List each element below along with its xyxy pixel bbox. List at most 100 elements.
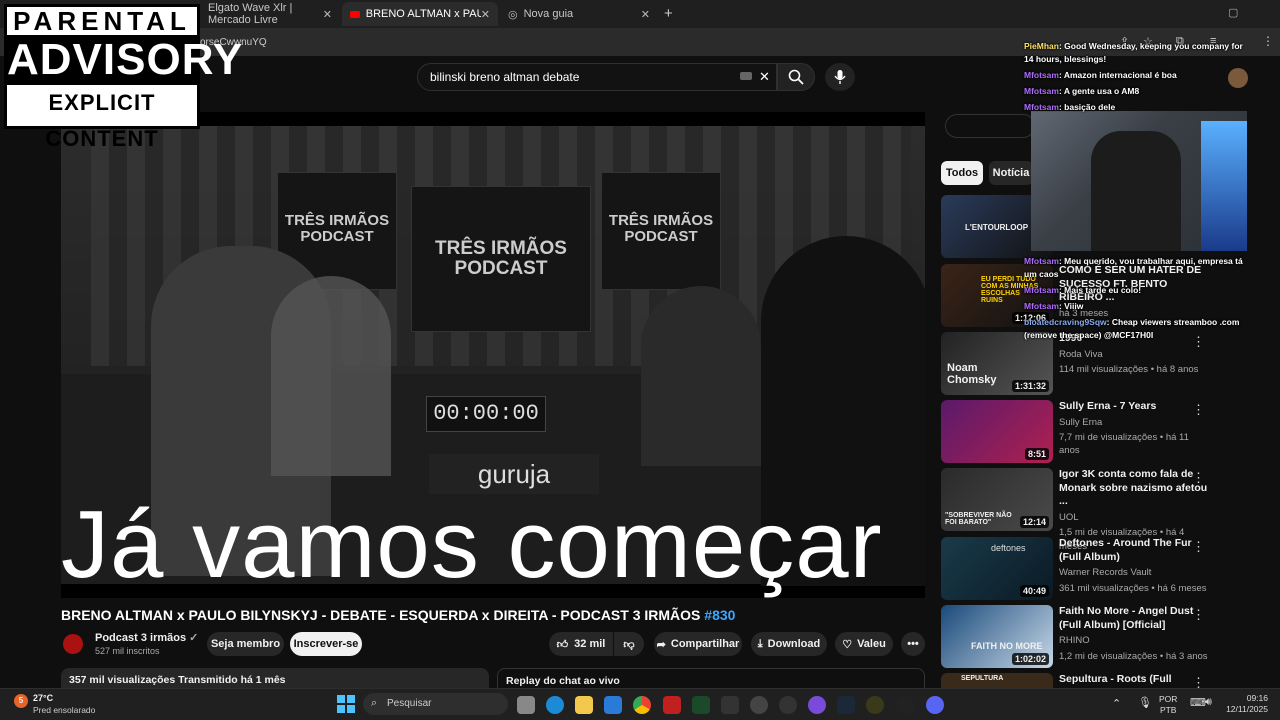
task-view-icon[interactable] (517, 696, 535, 714)
chat-pill[interactable] (945, 114, 1035, 138)
recommendation-title[interactable]: Faith No More - Angel Dust (Full Album) … (1059, 605, 1209, 632)
app-icon-green[interactable] (692, 696, 710, 714)
chat-user: Mfotsam (1024, 86, 1059, 96)
recommendation-meta: 114 mil visualizações • há 8 anos (1059, 363, 1199, 375)
chat-message: Mfotsam: A gente usa o AM8 (1024, 85, 1250, 98)
more-options-icon[interactable]: ⋮ (1192, 675, 1205, 688)
chip-all[interactable]: Todos (941, 161, 983, 185)
browser-menu-icon[interactable]: ⋮ (1262, 34, 1274, 48)
store-icon[interactable] (604, 696, 622, 714)
list-item[interactable]: 8:51 Sully Erna - 7 Years Sully Erna 7,7 m… (941, 400, 1251, 464)
volume-icon[interactable]: 🔊︎ (1205, 696, 1212, 709)
app-icon-dark[interactable] (721, 696, 739, 714)
tab-new-tab[interactable]: ◎ Nova guia ✕ (500, 2, 658, 26)
keyboard-icon[interactable] (740, 72, 752, 80)
obs-icon[interactable] (750, 696, 768, 714)
network-icon[interactable]: ⌨︎ (1190, 696, 1206, 709)
video-hashtag[interactable]: #830 (704, 607, 735, 623)
thanks-button[interactable]: ♡ Valeu (835, 632, 893, 656)
video-thumbnail[interactable]: SEPULTURA (941, 673, 1053, 688)
video-thumbnail[interactable]: FAITH NO MORE 1:02:02 (941, 605, 1053, 668)
thumbnail-text: FAITH NO MORE (971, 641, 1043, 651)
channel-avatar[interactable] (63, 634, 83, 654)
more-options-icon[interactable]: ⋮ (1192, 470, 1205, 486)
voice-search-button[interactable] (825, 63, 855, 91)
list-item[interactable]: SEPULTURA Sepultura - Roots (Full Album)… (941, 673, 1251, 688)
search-icon (788, 69, 804, 85)
duration-badge: 8:51 (1024, 448, 1049, 460)
notification-badge[interactable]: 5 (14, 694, 28, 708)
clock[interactable]: 09:16 12/11/2025 (1224, 693, 1268, 715)
podcast-logo-text: TRÊS IRMÃOS PODCAST (435, 238, 567, 279)
recommendation-channel[interactable]: Sully Erna (1059, 416, 1209, 429)
edge-icon[interactable] (546, 696, 564, 714)
close-icon[interactable]: ✕ (481, 8, 490, 21)
app-icon-camera[interactable] (896, 696, 914, 714)
download-button[interactable]: ⤓ Download (751, 632, 827, 656)
more-options-icon[interactable]: ⋮ (1192, 402, 1205, 418)
app-icon-red[interactable] (663, 696, 681, 714)
like-count: 32 mil (574, 638, 606, 650)
more-actions-button[interactable]: ••• (901, 632, 925, 656)
close-icon[interactable]: ✕ (641, 8, 650, 21)
chrome-icon[interactable] (633, 696, 651, 714)
video-thumbnail[interactable]: deftones 40:49 (941, 537, 1053, 600)
duration-badge: 40:49 (1019, 585, 1049, 597)
join-button[interactable]: Seja membro (207, 632, 284, 656)
language-indicator[interactable]: POR PTB (1159, 694, 1177, 716)
podcast-logo-panel-right: TRÊS IRMÃOS PODCAST (601, 172, 721, 290)
file-explorer-icon[interactable] (575, 696, 593, 714)
subscribe-button[interactable]: Inscrever-se (290, 632, 362, 656)
tab-mercado-livre[interactable]: Elgato Wave Xlr | Mercado Livre ✕ (200, 2, 340, 26)
discord-icon[interactable] (926, 696, 944, 714)
video-player[interactable]: TRÊS IRMÃOS PODCAST TRÊS IRMÃOS PODCAST … (61, 112, 925, 598)
recommendation-title[interactable]: Igor 3K conta como fala de Monark sobre … (1059, 468, 1209, 509)
video-title-text: BRENO ALTMAN x PAULO BILYNSKYJ - DEBATE … (61, 607, 701, 623)
list-item[interactable]: deftones 40:49 Deftones - Around The Fur … (941, 537, 1251, 601)
more-options-icon[interactable]: ⋮ (1192, 607, 1205, 623)
recommendation-channel[interactable]: RHINO (1059, 634, 1209, 647)
weather-description[interactable]: Pred ensolarado (33, 705, 95, 715)
list-item[interactable]: "SOBREVIVER NÃO FOI BARATO" 12:14 Igor 3K… (941, 468, 1251, 552)
dislike-button[interactable]: 👎︎ (614, 632, 644, 656)
app-icon-yellow[interactable] (866, 696, 884, 714)
search-input[interactable]: bilinski breno altman debate ✕ (417, 63, 777, 91)
video-thumbnail[interactable]: "SOBREVIVER NÃO FOI BARATO" 12:14 (941, 468, 1053, 531)
list-item[interactable]: FAITH NO MORE 1:02:02 Faith No More - Ang… (941, 605, 1251, 669)
duration-badge: 12:14 (1019, 516, 1049, 528)
recommendation-channel[interactable]: Roda Viva (1059, 348, 1209, 361)
tab-youtube-video[interactable]: BRENO ALTMAN x PAULO BILYN... ✕ (342, 2, 498, 26)
share-arrow-icon: ➦ (656, 638, 666, 651)
windows-start-icon[interactable] (337, 695, 355, 713)
new-tab-button[interactable]: + (664, 5, 673, 22)
clock-time: 09:16 (1246, 693, 1268, 703)
taskbar-search[interactable]: ⌕ Pesquisar (363, 693, 508, 715)
clear-search-icon[interactable]: ✕ (759, 69, 770, 85)
keyboard-layout: PTB (1159, 705, 1177, 715)
share-button[interactable]: ➦ Compartilhar (654, 632, 742, 656)
search-button[interactable] (777, 63, 815, 91)
chat-text: : Viiiw (1058, 301, 1084, 311)
recommendation-title[interactable]: Deftones - Around The Fur (Full Album) (1059, 537, 1209, 564)
video-title: BRENO ALTMAN x PAULO BILYNSKYJ - DEBATE … (61, 607, 735, 623)
app-icon-purple[interactable] (808, 696, 826, 714)
weather-temp[interactable]: 27°C (33, 693, 53, 703)
chevron-up-icon[interactable]: ⌃ (1112, 697, 1121, 710)
maximize-icon[interactable]: ▢ (1228, 6, 1238, 19)
video-thumbnail[interactable]: 8:51 (941, 400, 1053, 463)
download-icon: ⤓ (757, 637, 763, 650)
podcast-logo-panel-center: TRÊS IRMÃOS PODCAST (411, 186, 591, 332)
chat-message: bloatedcraving9Sqw: Cheap viewers stream… (1024, 316, 1250, 342)
close-icon[interactable]: ✕ (323, 8, 332, 21)
microphone-icon[interactable]: 🎙︎ (1138, 696, 1152, 709)
app-icon-arrow[interactable] (779, 696, 797, 714)
recommendation-title[interactable]: Sully Erna - 7 Years (1059, 400, 1209, 414)
recommendation-channel[interactable]: Warner Records Vault (1059, 566, 1209, 579)
like-button[interactable]: 👍︎ 32 mil (549, 632, 613, 656)
recommendation-channel[interactable]: UOL (1059, 511, 1209, 524)
recommendation-title[interactable]: Sepultura - Roots (Full Album) (1059, 673, 1209, 688)
more-options-icon[interactable]: ⋮ (1192, 539, 1205, 555)
chat-spacer (1024, 117, 1250, 255)
steam-icon[interactable] (837, 696, 855, 714)
channel-name[interactable]: Podcast 3 irmãos ✓ (95, 631, 198, 644)
